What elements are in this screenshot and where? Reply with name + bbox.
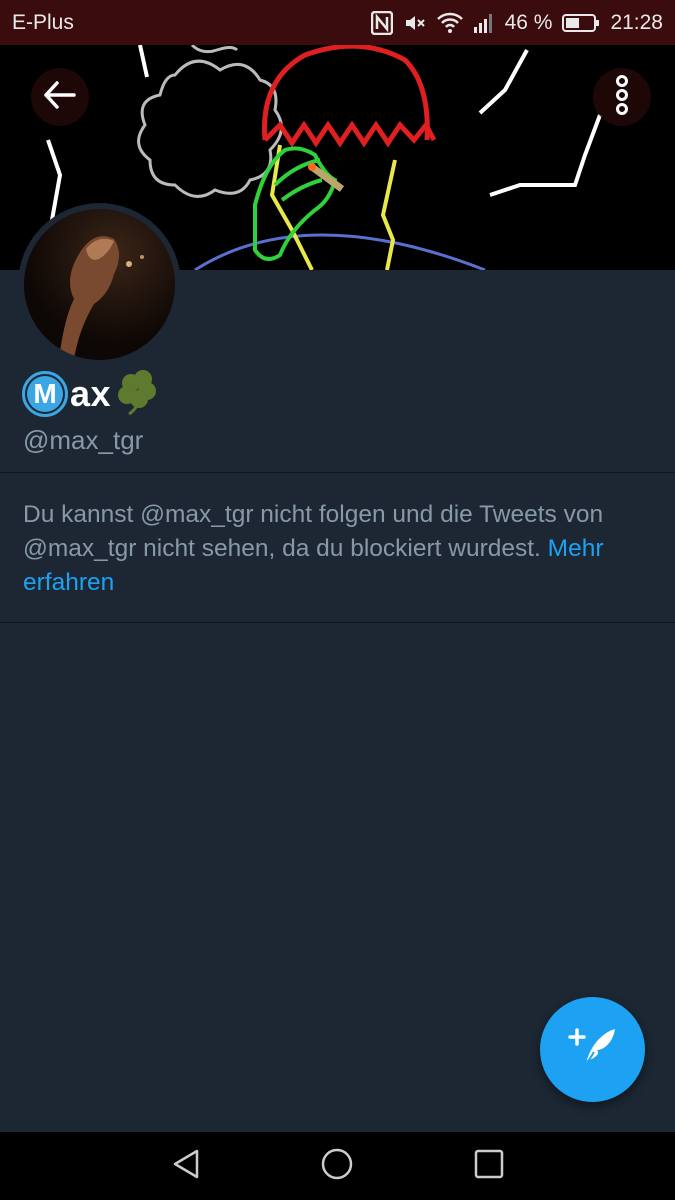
arrow-left-icon (43, 80, 77, 115)
badge-letter: M (27, 376, 63, 412)
square-recents-icon (474, 1149, 504, 1184)
compose-tweet-icon (567, 1025, 618, 1074)
compose-tweet-button[interactable] (540, 997, 645, 1102)
nav-home-button[interactable] (307, 1136, 367, 1196)
avatar[interactable] (18, 203, 181, 366)
blocked-message: Du kannst @max_tgr nicht folgen und die … (23, 498, 653, 600)
mute-icon (403, 11, 427, 35)
profile-name: M ax (22, 369, 163, 420)
carrier-name: E-Plus (12, 10, 74, 34)
circle-home-icon (320, 1147, 354, 1186)
blocked-message-text: Du kannst @max_tgr nicht folgen und die … (23, 501, 604, 562)
nav-back-button[interactable] (156, 1136, 216, 1196)
avatar-photo (24, 209, 175, 360)
shamrock-icon (113, 369, 163, 420)
status-bar: E-Plus 46 % 21:28 (0, 0, 675, 45)
divider (0, 472, 675, 473)
back-button[interactable] (31, 68, 89, 126)
battery-percent: 46 % (504, 10, 553, 34)
nav-recents-button[interactable] (459, 1136, 519, 1196)
signal-icon (473, 12, 495, 34)
more-vertical-icon (615, 74, 629, 120)
clock: 21:28 (610, 10, 663, 34)
system-navigation-bar (0, 1132, 675, 1200)
wifi-icon (436, 12, 463, 34)
profile-handle: @max_tgr (23, 425, 144, 455)
battery-icon (562, 13, 600, 33)
more-options-button[interactable] (593, 68, 651, 126)
display-name: ax (70, 373, 112, 414)
nfc-icon (370, 10, 393, 35)
circled-m-badge: M (22, 371, 68, 417)
triangle-back-icon (171, 1148, 201, 1185)
divider (0, 622, 675, 623)
